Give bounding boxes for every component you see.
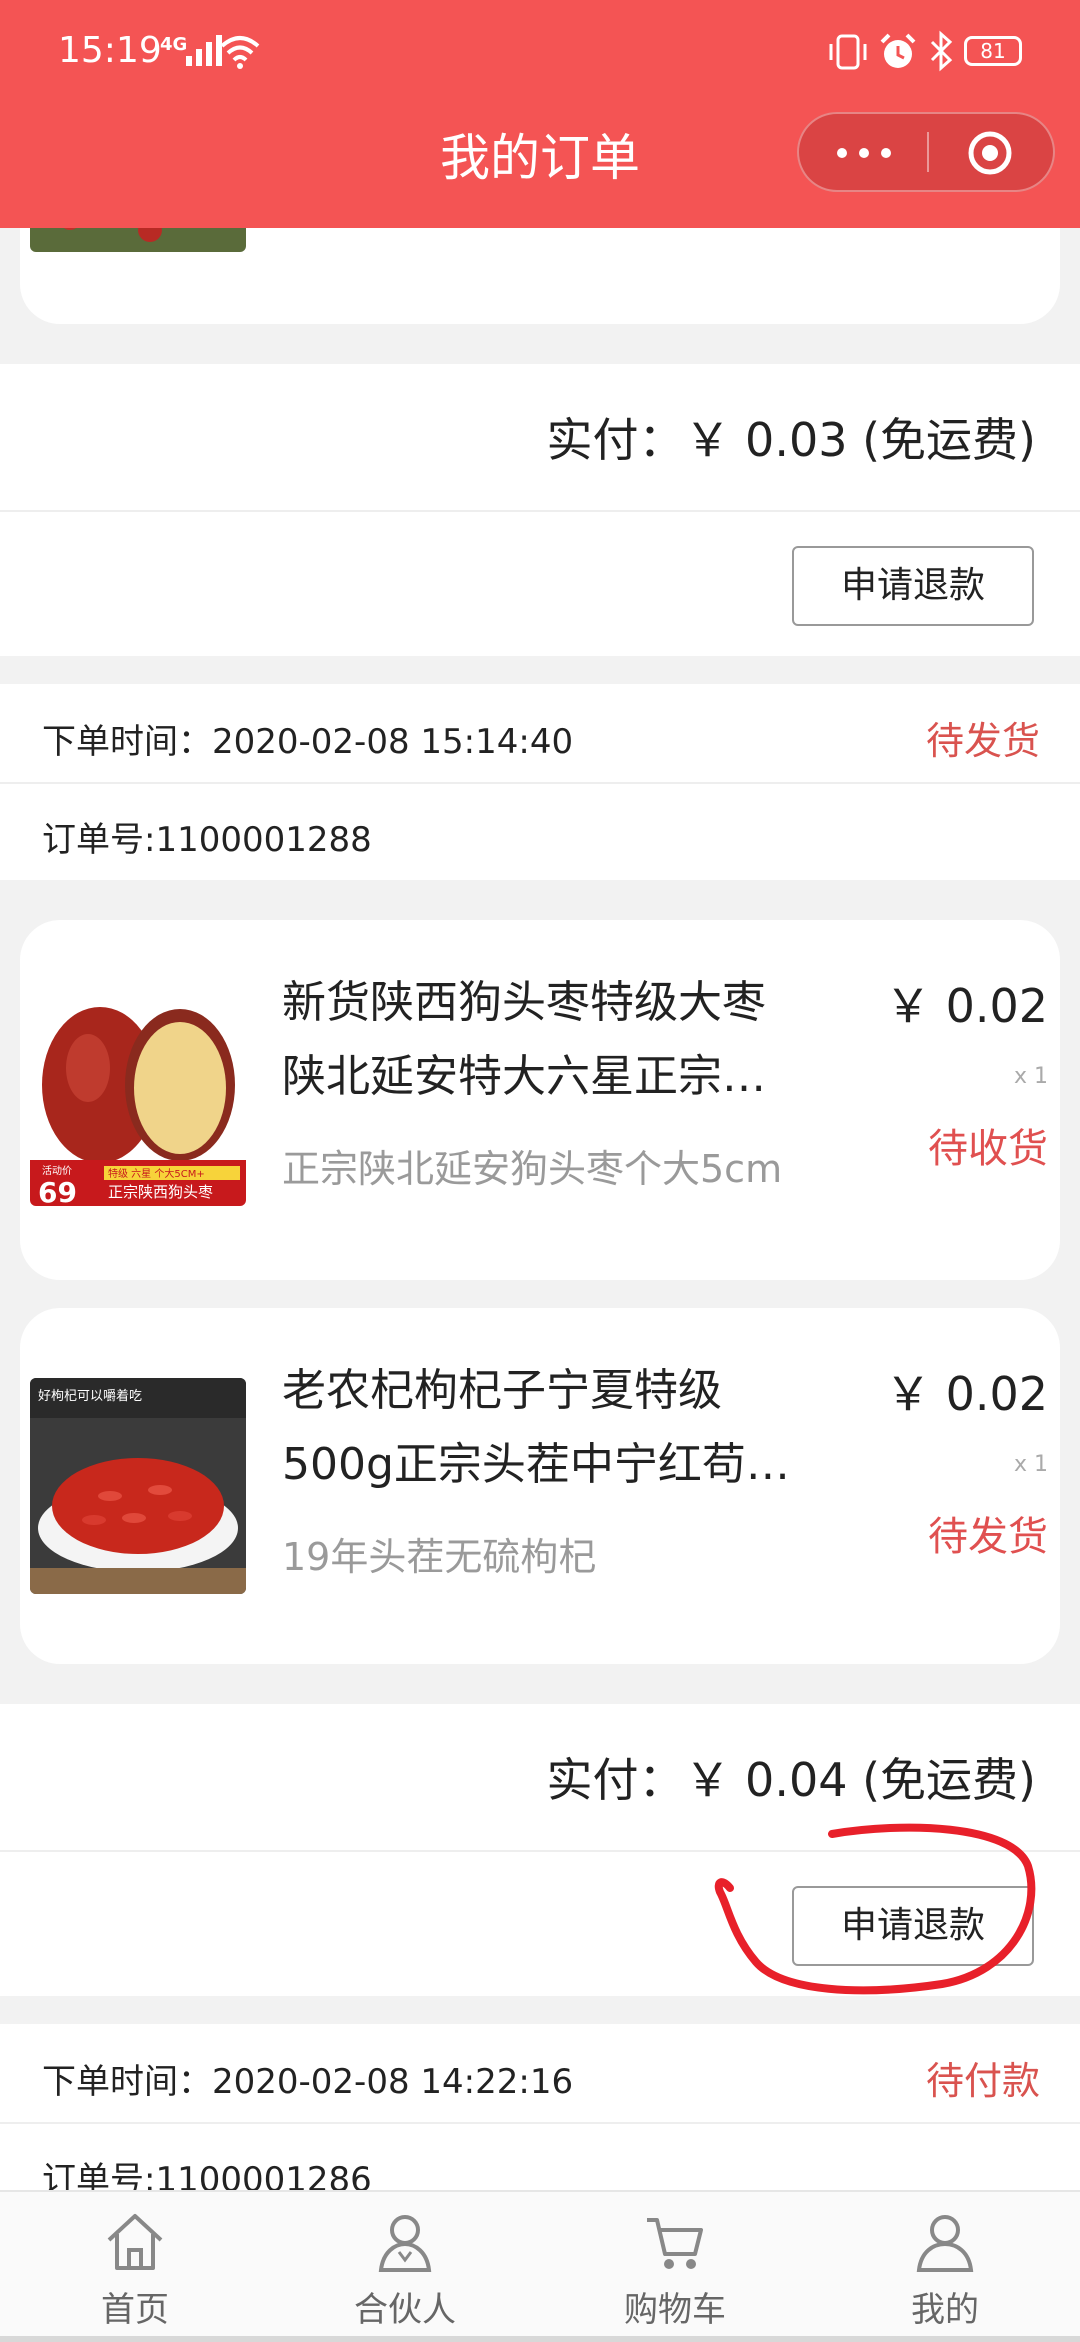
image-caption: 正宗陕西狗头枣 [108, 1183, 213, 1201]
home-indicator [0, 2336, 1080, 2342]
tab-label: 我的 [911, 2290, 979, 2330]
annotation-circle [714, 1823, 1036, 1995]
product-name: 老农杞枸杞子宁夏特级500g正宗头茬中宁红苟杞子 [282, 1365, 790, 1490]
partner-icon [378, 2215, 432, 2272]
product-spec: 19年头茬无硫枸杞 [282, 1535, 597, 1579]
product-card[interactable]: 好枸杞可以嚼着吃 老农杞枸杞子宁夏特级500g正宗头茬中宁红苟杞子 19年头茬无… [20, 1308, 1060, 1664]
product-name: 新货陕西狗头枣特级大枣陕北延安特大六星正宗陕北延安狗头枣 [282, 977, 766, 1102]
product-status: 待收货 [928, 1126, 1048, 1172]
tab-label: 首页 [101, 2290, 169, 2330]
wifi-icon [220, 36, 260, 69]
order-time: 下单时间：2020-02-08 14:22:16 [42, 2062, 574, 2102]
order-time-row: 下单时间：2020-02-08 15:14:40 待发货 [0, 684, 1080, 784]
product-image: 好枸杞可以嚼着吃 [30, 1378, 246, 1594]
tab-home[interactable]: 首页 [45, 2192, 225, 2342]
battery-icon: 81 [964, 36, 1022, 66]
order-total-row: 实付：￥ 0.03 (免运费) [0, 364, 1080, 510]
order-actions: 申请退款 [0, 510, 1080, 656]
product-quantity: x 1 [1013, 1452, 1048, 1477]
order-number-row: 订单号:1100001288 [0, 784, 1080, 880]
product-card[interactable]: 活动价 69 特级 六星 个大5CM+ 正宗陕西狗头枣 新货陕西狗头枣特级大枣陕… [20, 920, 1060, 1280]
tab-label: 合伙人 [354, 2290, 456, 2330]
product-image: 活动价 69 特级 六星 个大5CM+ 正宗陕西狗头枣 [30, 990, 246, 1206]
order-status: 待付款 [925, 2059, 1040, 2103]
order-time-row: 下单时间：2020-02-08 14:22:16 待付款 [0, 2024, 1080, 2124]
cart-icon [647, 2218, 703, 2269]
image-caption: 好枸杞可以嚼着吃 [38, 1388, 142, 1404]
tab-label: 购物车 [624, 2290, 726, 2330]
tab-cart[interactable]: 购物车 [585, 2192, 765, 2342]
status-time: 15:19 [58, 30, 162, 71]
mini-program-capsule [797, 112, 1055, 192]
product-price: ￥ 0.02 [884, 1367, 1048, 1421]
order-total: 实付：￥ 0.04 (免运费) [546, 1753, 1036, 1807]
tab-partner[interactable]: 合伙人 [315, 2192, 495, 2342]
close-icon[interactable] [967, 130, 1013, 176]
order-total: 实付：￥ 0.03 (免运费) [546, 413, 1036, 467]
capsule-divider [927, 132, 929, 172]
order-status: 待发货 [925, 719, 1040, 763]
order-number: 订单号:1100001288 [42, 820, 372, 860]
profile-icon [916, 2215, 974, 2272]
order-time: 下单时间：2020-02-08 15:14:40 [42, 722, 574, 762]
signal-icon [186, 35, 222, 66]
tab-mine[interactable]: 我的 [855, 2192, 1035, 2342]
image-tag-text: 特级 六星 个大5CM+ [108, 1167, 205, 1180]
image-badge-price: 69 [38, 1176, 77, 1206]
product-status: 待发货 [928, 1514, 1048, 1560]
product-price: ￥ 0.02 [884, 979, 1048, 1033]
product-quantity: x 1 [1013, 1064, 1048, 1089]
top-bar: 15:19 4G 81 我的订单 [0, 0, 1080, 228]
product-spec: 正宗陕北延安狗头枣个大5cm [282, 1147, 783, 1191]
bluetooth-icon [930, 30, 953, 72]
vibrate-icon [829, 34, 867, 70]
bottom-tab-bar: 首页 合伙人 购物车 我的 [0, 2190, 1080, 2342]
more-icon[interactable] [799, 114, 927, 190]
home-icon [107, 2214, 163, 2270]
refund-button[interactable]: 申请退款 [792, 546, 1034, 626]
alarm-icon [880, 33, 916, 68]
